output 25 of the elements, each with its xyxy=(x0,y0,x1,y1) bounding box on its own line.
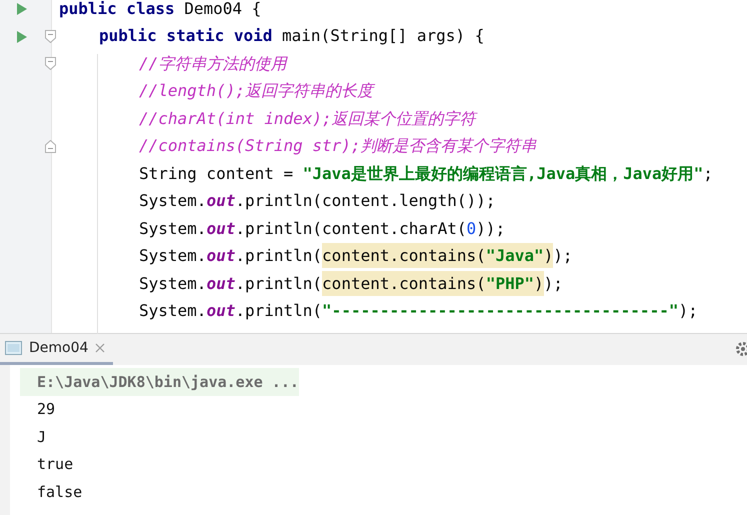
code-line: //contains(String str);判断是否含有某个字符串 xyxy=(139,135,537,158)
code-line: System.out.println("-----------------------------------"); xyxy=(139,300,698,322)
run-icon[interactable] xyxy=(16,30,28,44)
code-line: //字符串方法的使用 xyxy=(139,52,286,75)
settings-icon[interactable] xyxy=(735,341,747,357)
close-icon[interactable] xyxy=(95,343,106,353)
code-line: System.out.println(content.contains("PHP")); xyxy=(139,272,563,296)
console-line: false xyxy=(37,482,82,502)
fold-icon[interactable] xyxy=(45,30,56,42)
console-line: true xyxy=(37,454,74,475)
fold-icon[interactable] xyxy=(45,57,56,70)
window-icon xyxy=(5,341,22,355)
code-line: //charAt(int index);返回某个位置的字符 xyxy=(139,108,476,130)
code-line: //length();返回字符串的长度 xyxy=(139,79,373,104)
code-line: System.out.println(content.contains("Java")); xyxy=(139,244,573,268)
code-line: public static void main(String[] args) { xyxy=(99,25,484,48)
run-tab[interactable]: Demo04 xyxy=(0,334,114,365)
console-line: 29 xyxy=(37,399,56,420)
code-line: public class Demo04 { xyxy=(59,0,262,20)
tab-label: Demo04 xyxy=(29,338,88,358)
code-line: String content = "Java是世界上最好的编程语言,Java真相，Java好用"; xyxy=(139,162,713,185)
run-icon[interactable] xyxy=(16,2,28,16)
code-line: System.out.println(content.length()); xyxy=(139,190,496,212)
console-line: J xyxy=(37,426,46,448)
code-line: System.out.println(content.charAt(0)); xyxy=(139,218,506,240)
